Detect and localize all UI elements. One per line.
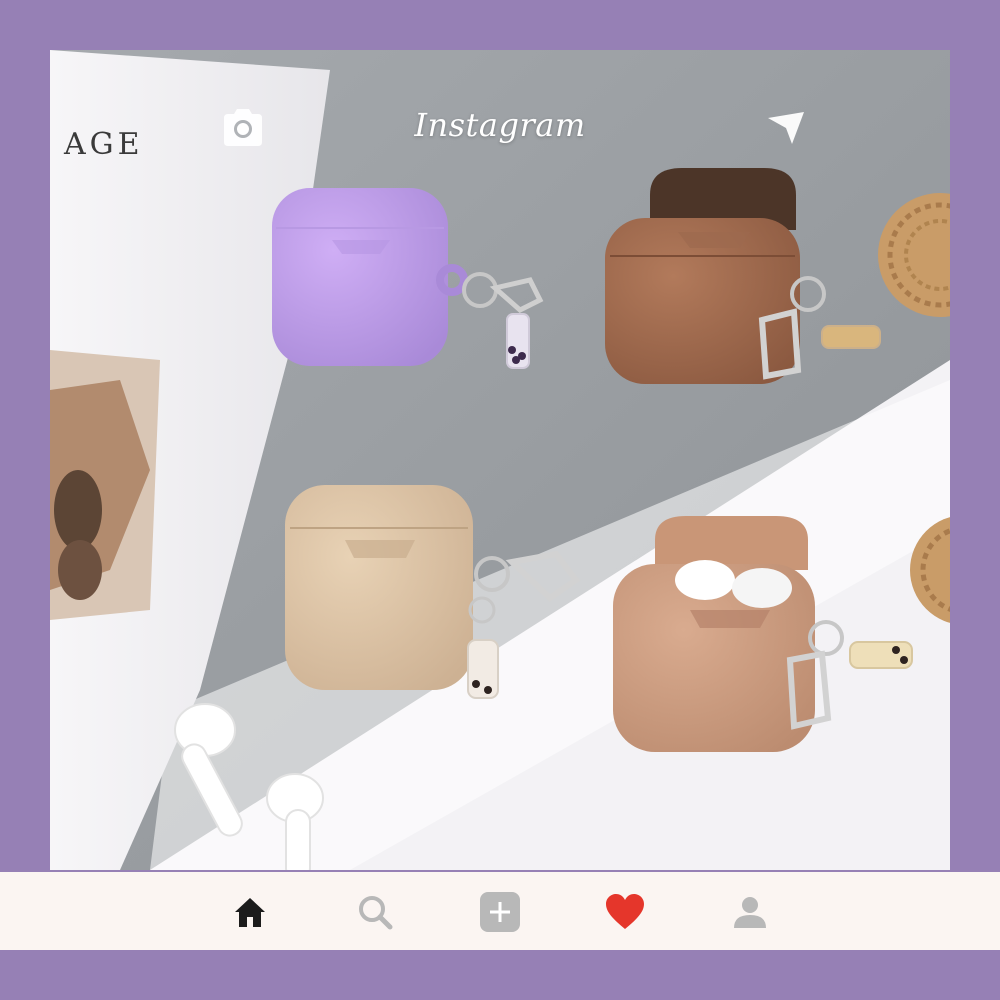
nav-add-post[interactable] (478, 890, 522, 934)
bottom-nav (0, 872, 1000, 950)
top-bar: Instagram (50, 50, 950, 200)
nav-profile[interactable] (728, 890, 772, 934)
home-icon (235, 898, 265, 927)
app-title: Instagram (414, 106, 586, 144)
nav-activity[interactable] (603, 890, 647, 934)
nav-home[interactable] (228, 890, 272, 934)
send-button[interactable] (766, 108, 806, 148)
search-icon (359, 896, 393, 930)
heart-icon (606, 894, 644, 929)
profile-icon (734, 897, 766, 928)
add-post-icon (480, 892, 520, 932)
send-icon (768, 112, 804, 144)
nav-search[interactable] (353, 890, 397, 934)
